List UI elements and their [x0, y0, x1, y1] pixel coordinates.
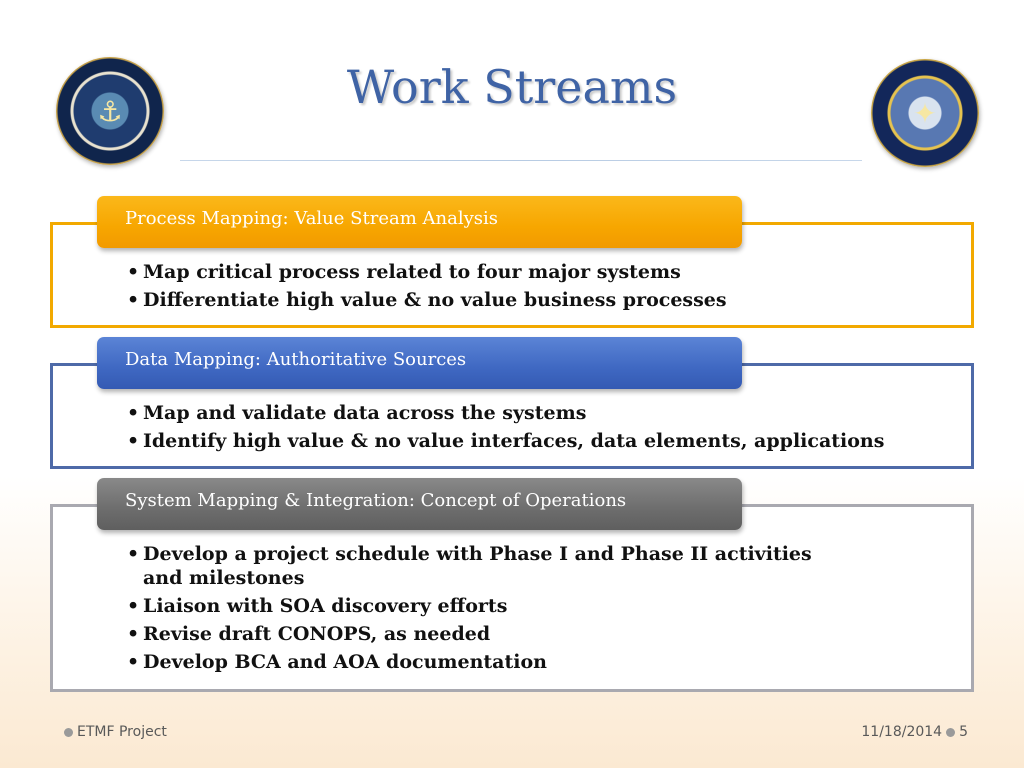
section-header: System Mapping & Integration: Concept of…: [97, 478, 742, 530]
section-header: Data Mapping: Authoritative Sources: [97, 337, 742, 389]
list-item: Map critical process related to four maj…: [127, 260, 944, 284]
list-item: Identify high value & no value interface…: [127, 429, 944, 453]
list-item: Liaison with SOA discovery efforts: [127, 594, 854, 618]
section-data-mapping: Data Mapping: Authoritative Sources Map …: [50, 337, 974, 471]
footer-date: 11/18/2014: [861, 724, 943, 740]
bullet-dot-icon: [64, 727, 73, 737]
footer-left: ETMF Project: [60, 724, 167, 740]
page-number: 5: [959, 724, 968, 740]
list-item: Develop BCA and AOA documentation: [127, 650, 854, 674]
bullet-dot-icon: [946, 727, 956, 737]
footer-project: ETMF Project: [77, 724, 167, 740]
slide-title: Work Streams: [346, 60, 678, 114]
title-divider: [180, 160, 862, 161]
section-system-mapping: System Mapping & Integration: Concept of…: [50, 478, 974, 693]
list-item: Revise draft CONOPS, as needed: [127, 622, 854, 646]
bullet-list: Develop a project schedule with Phase I …: [127, 542, 854, 678]
bullet-list: Map and validate data across the systems…: [127, 401, 944, 457]
list-item: Map and validate data across the systems: [127, 401, 944, 425]
footer-right: 11/18/2014 5: [861, 724, 968, 740]
section-header: Process Mapping: Value Stream Analysis: [97, 196, 742, 248]
list-item: Differentiate high value & no value busi…: [127, 288, 944, 312]
section-process-mapping: Process Mapping: Value Stream Analysis M…: [50, 196, 974, 330]
bullet-list: Map critical process related to four maj…: [127, 260, 944, 316]
list-item: Develop a project schedule with Phase I …: [127, 542, 854, 590]
